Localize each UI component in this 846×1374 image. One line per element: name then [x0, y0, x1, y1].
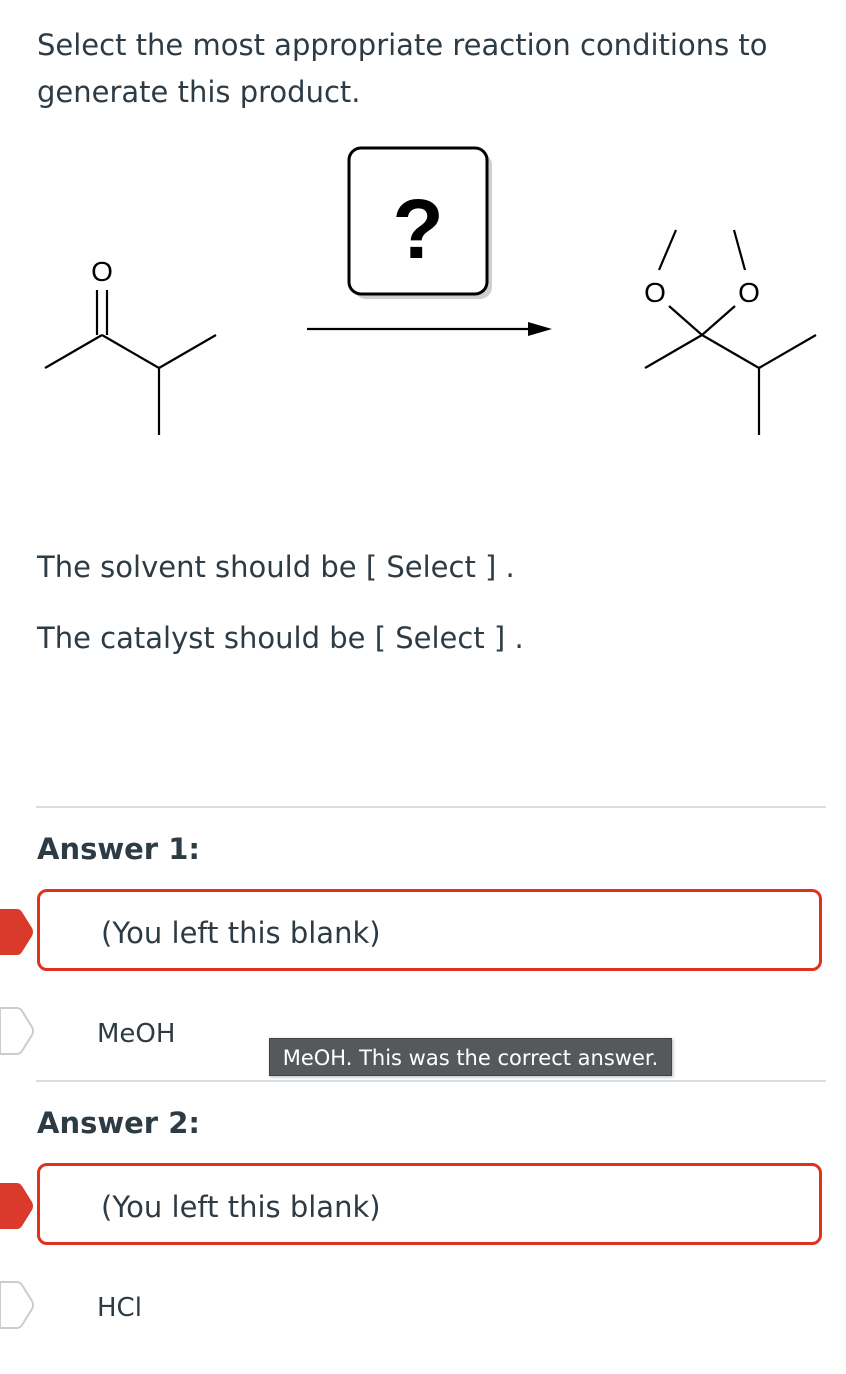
- incorrect-marker-icon: [0, 1183, 33, 1229]
- catalyst-prompt: The catalyst should be [ Select ] .: [37, 621, 524, 655]
- catalyst-select[interactable]: [ Select ]: [375, 621, 506, 655]
- product-oxygen-label-left: O: [644, 277, 666, 308]
- question-mark-icon: ?: [392, 182, 443, 276]
- answer-2-response-box: (You left this blank): [37, 1163, 822, 1245]
- reaction-scheme: O ? O O: [44, 146, 817, 435]
- divider: [36, 806, 826, 808]
- solvent-prompt-prefix: The solvent should be: [37, 550, 366, 584]
- solvent-select[interactable]: [ Select ]: [366, 550, 497, 584]
- divider: [36, 1080, 826, 1082]
- question-text: Select the most appropriate reaction con…: [37, 28, 768, 109]
- reactant-oxygen-label: O: [91, 256, 113, 287]
- reactant-structure: [44, 290, 217, 435]
- incorrect-marker-icon: [0, 909, 33, 955]
- solvent-prompt-suffix: .: [496, 550, 515, 584]
- answer-1-response-box: (You left this blank): [37, 889, 822, 971]
- reaction-arrow: [307, 322, 552, 336]
- product-oxygen-label-right: O: [738, 277, 760, 308]
- catalyst-prompt-suffix: .: [505, 621, 524, 655]
- answer-1-correct-option: MeOH: [97, 1019, 176, 1049]
- correct-answer-marker-icon: [0, 1281, 34, 1329]
- answer-2-heading: Answer 2:: [37, 1106, 200, 1140]
- answer-1-heading: Answer 1:: [37, 832, 200, 866]
- product-structure: [644, 229, 817, 435]
- answer-2-response: (You left this blank): [101, 1190, 381, 1224]
- correct-answer-marker-icon: [0, 1007, 34, 1055]
- solvent-prompt: The solvent should be [ Select ] .: [37, 550, 515, 584]
- answer-2-correct-option: HCl: [97, 1293, 142, 1323]
- correct-answer-tooltip: MeOH. This was the correct answer.: [269, 1038, 672, 1076]
- answer-1-response: (You left this blank): [101, 916, 381, 950]
- catalyst-prompt-prefix: The catalyst should be: [37, 621, 375, 655]
